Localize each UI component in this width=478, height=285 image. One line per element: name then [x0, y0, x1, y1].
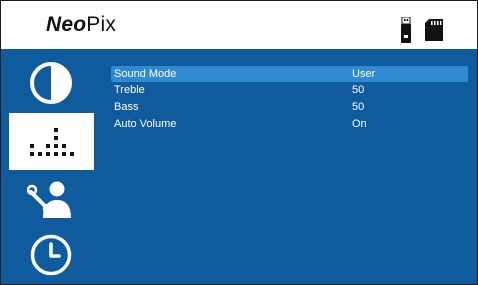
- row-label: Bass: [114, 101, 139, 113]
- contrast-icon: [30, 62, 72, 104]
- row-value: 50: [352, 84, 365, 96]
- row-value: On: [352, 118, 367, 130]
- menu-row-bass[interactable]: Bass 50: [111, 99, 468, 115]
- row-label: Auto Volume: [114, 118, 177, 130]
- user-tools-icon: [27, 181, 71, 218]
- row-value: 50: [352, 101, 365, 113]
- sidebar-item-time[interactable]: [8, 231, 94, 279]
- menu-row-auto-volume[interactable]: Auto Volume On: [111, 116, 468, 132]
- row-label: Treble: [114, 84, 145, 96]
- sidebar: [1, 49, 94, 284]
- usb-drive-icon: [401, 16, 411, 48]
- brand-logo: NeoPix: [46, 13, 117, 36]
- row-label: Sound Mode: [114, 68, 177, 80]
- equalizer-icon: [29, 127, 74, 156]
- header-bar: NeoPix: [1, 1, 477, 49]
- sidebar-item-sound[interactable]: [9, 113, 94, 170]
- menu-row-sound-mode[interactable]: Sound Mode User: [111, 66, 468, 82]
- sidebar-item-settings[interactable]: [8, 175, 94, 225]
- clock-icon: [30, 234, 72, 276]
- sound-settings-panel: Sound Mode User Treble 50 Bass 50 Auto V…: [94, 49, 477, 284]
- menu-row-treble[interactable]: Treble 50: [111, 82, 468, 98]
- sidebar-item-picture[interactable]: [8, 58, 94, 108]
- row-value: User: [352, 68, 376, 80]
- sd-card-icon: [425, 19, 443, 46]
